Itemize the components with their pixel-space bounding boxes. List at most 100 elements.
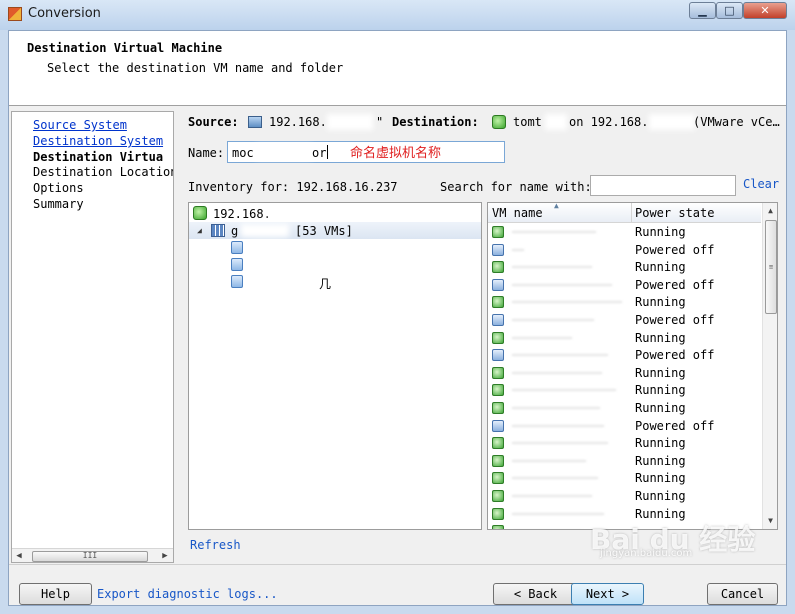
cancel-button[interactable]: Cancel <box>707 583 778 605</box>
vm-list-row[interactable]: Running <box>488 487 761 505</box>
tree-node-folder[interactable] <box>189 239 481 256</box>
baidu-watermark-url: jingyan.baidu.com <box>600 548 693 559</box>
scroll-thumb[interactable]: ≡ <box>765 220 777 314</box>
export-diagnostic-logs-link[interactable]: Export diagnostic logs... <box>97 587 278 601</box>
refresh-link[interactable]: Refresh <box>190 538 241 552</box>
text-cursor <box>327 145 328 159</box>
vm-list-row[interactable]: Running <box>488 364 761 382</box>
tree-node-vcenter[interactable]: 192.168. <box>189 205 481 222</box>
scroll-up-icon[interactable]: ▲ <box>763 204 777 218</box>
redaction-blur <box>256 145 312 159</box>
destination-host-prefix: tomt <box>513 115 542 129</box>
column-divider[interactable] <box>631 203 632 222</box>
vm-power-state: Powered off <box>635 277 715 292</box>
next-button[interactable]: Next > <box>571 583 644 605</box>
vm-list-row[interactable]: Running <box>488 381 761 399</box>
vm-powered-on-icon <box>492 472 504 485</box>
redaction-blur <box>512 442 608 445</box>
column-vm-name[interactable]: VM name <box>492 206 543 220</box>
destination-host: on 192.168. <box>569 115 649 129</box>
vm-list-row[interactable]: Running <box>488 434 761 452</box>
expand-icon[interactable]: ◢ <box>197 226 202 235</box>
redaction-blur <box>512 512 604 515</box>
vm-list-row[interactable]: Running <box>488 223 761 241</box>
step-destination-system[interactable]: Destination System <box>33 134 163 148</box>
vm-power-state: Powered off <box>635 313 715 327</box>
page-subtitle: Select the destination VM name and folde… <box>47 61 344 75</box>
vm-powered-on-icon <box>492 402 504 414</box>
vm-list-row[interactable]: Powered off <box>488 276 761 294</box>
vm-list-row[interactable]: Powered off <box>488 346 761 364</box>
page-title: Destination Virtual Machine <box>27 41 223 55</box>
converter-app-icon <box>8 7 22 21</box>
vm-list-row[interactable]: Running <box>488 293 761 311</box>
scroll-left-icon[interactable]: ◀ <box>12 549 26 562</box>
redaction-blur <box>512 407 600 409</box>
vm-power-state: Running <box>635 489 686 503</box>
vm-power-state: Running <box>635 330 686 345</box>
vcenter-icon <box>492 115 506 129</box>
footer-divider <box>9 564 786 565</box>
vm-powered-on-icon <box>492 384 504 397</box>
scroll-down-icon[interactable]: ▼ <box>763 514 777 528</box>
redaction-blur <box>512 371 602 374</box>
redaction-blur <box>512 266 592 269</box>
column-power-state[interactable]: Power state <box>635 206 714 220</box>
tree-node-datacenter[interactable]: ◢ g [53 VMs] <box>189 222 481 239</box>
redaction-blur <box>251 242 281 254</box>
vm-list-row[interactable]: Running <box>488 329 761 347</box>
vm-power-state: Running <box>635 365 686 380</box>
inventory-tree[interactable]: 192.168. ◢ g [53 VMs] 几 <box>188 202 482 530</box>
redaction-blur <box>251 276 321 288</box>
vm-powered-off-icon <box>492 278 504 291</box>
vm-powered-off-icon <box>492 243 504 256</box>
vm-list-row[interactable]: Running <box>488 452 761 470</box>
vm-power-state: Powered off <box>635 348 715 363</box>
minimize-button[interactable]: ▁ <box>689 2 716 19</box>
redaction-blur <box>545 114 567 130</box>
source-host-suffix: " <box>376 115 384 129</box>
title-bar: Conversion ▁ □ ✕ <box>0 0 795 30</box>
name-label: Name: <box>188 146 225 160</box>
redaction-blur <box>512 424 604 427</box>
steps-horizontal-scrollbar[interactable]: ◀ III ▶ <box>12 548 173 562</box>
back-button[interactable]: < Back <box>493 583 578 605</box>
vm-power-state: Running <box>635 401 686 415</box>
vm-list[interactable]: VM name ▲ Power state Running Powered off… <box>487 202 778 530</box>
vm-power-state: Running <box>635 260 686 275</box>
help-button[interactable]: Help <box>19 583 92 605</box>
tree-node-folder[interactable]: 几 <box>189 273 481 291</box>
step-destination-location: Destination Location <box>33 165 174 179</box>
vm-list-row[interactable]: Powered off <box>488 417 761 435</box>
vm-powered-on-icon <box>492 226 504 238</box>
redaction-blur <box>512 477 598 480</box>
redaction-blur <box>512 231 596 233</box>
vm-powered-on-icon <box>492 490 504 502</box>
source-host: 192.168. <box>269 115 327 129</box>
clear-link[interactable]: Clear <box>743 177 779 191</box>
vm-list-row[interactable]: Powered off <box>488 311 761 329</box>
step-options: Options <box>33 181 84 195</box>
datacenter-icon <box>211 224 225 237</box>
maximize-button[interactable]: □ <box>716 2 743 19</box>
source-label: Source: <box>188 115 239 129</box>
vm-powered-on-icon <box>492 525 504 529</box>
vcenter-icon <box>193 206 207 220</box>
vm-list-row[interactable]: Running <box>488 399 761 417</box>
vm-list-row[interactable]: Running <box>488 258 761 276</box>
vm-list-vertical-scrollbar[interactable]: ▲ ≡ ▼ <box>762 203 777 529</box>
tree-node-folder[interactable] <box>189 256 481 273</box>
inventory-label: Inventory for: 192.168.16.237 <box>188 180 398 194</box>
vm-list-row[interactable]: Running <box>488 469 761 487</box>
close-button[interactable]: ✕ <box>743 2 787 19</box>
scroll-right-icon[interactable]: ▶ <box>158 549 172 562</box>
step-source-system[interactable]: Source System <box>33 118 127 132</box>
search-input[interactable] <box>590 175 736 196</box>
scroll-thumb[interactable]: III <box>32 551 148 562</box>
redaction-blur <box>241 224 289 237</box>
redaction-blur <box>512 389 616 392</box>
vm-folder-icon <box>231 241 243 254</box>
vm-name-value-end: or <box>312 146 327 160</box>
vm-list-row[interactable]: Powered off <box>488 241 761 259</box>
redaction-blur <box>649 114 695 130</box>
